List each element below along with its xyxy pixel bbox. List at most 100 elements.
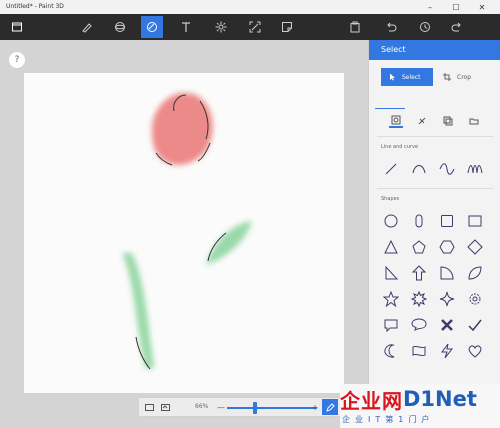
lightning-shape[interactable] [433, 338, 461, 364]
watermark-subtitle: 企业IT第1门户 [342, 415, 435, 424]
arc-shape[interactable] [433, 260, 461, 286]
burst-shape[interactable] [405, 286, 433, 312]
check-icon [468, 319, 482, 332]
flower-stem [122, 253, 154, 370]
menu-icon [12, 22, 22, 32]
hexagon-icon [439, 240, 455, 254]
tab-indicator [375, 108, 405, 109]
moon-icon [384, 344, 395, 358]
drawing-canvas[interactable] [24, 73, 344, 393]
triangle-icon [384, 239, 398, 254]
pentagon-icon [412, 240, 426, 254]
speech-rect-icon [384, 319, 398, 333]
fit-view-icon [144, 404, 154, 411]
close-button[interactable]: ✕ [472, 0, 492, 14]
rectangle-icon [468, 215, 482, 227]
moon-shape[interactable] [377, 338, 405, 364]
select-label: Select [402, 73, 421, 81]
pill-shape[interactable] [405, 208, 433, 234]
stickers-button[interactable] [276, 16, 298, 38]
right-triangle-shape[interactable] [377, 260, 405, 286]
lightning-icon [441, 343, 454, 359]
help-button[interactable]: ? [9, 52, 25, 68]
curve-tool[interactable] [405, 156, 433, 182]
tab-2d-shapes[interactable] [389, 114, 403, 128]
s-curve-icon [439, 163, 455, 175]
2d-shape-icon [391, 115, 401, 125]
side-panel: Select Select Crop Line and curve Shapes [368, 40, 500, 428]
zoom-bar: 66% — + [138, 397, 342, 417]
pentagon-shape[interactable] [405, 234, 433, 260]
watermark-red-text: 企业网 [340, 388, 403, 413]
pen-icon [325, 402, 335, 412]
select-button[interactable]: Select [381, 68, 433, 86]
diamond-shape[interactable] [461, 234, 489, 260]
divider [377, 136, 493, 137]
stickers-icon [282, 22, 292, 32]
speech-oval-icon [411, 318, 427, 331]
hexagon-shape[interactable] [433, 234, 461, 260]
leaf-icon [468, 266, 482, 280]
four-point-star-shape[interactable] [433, 286, 461, 312]
paste-button[interactable] [344, 16, 366, 38]
burst-icon [411, 291, 427, 307]
pen-toggle-button[interactable] [322, 399, 338, 415]
check-shape[interactable] [461, 312, 489, 338]
speech-rect-shape[interactable] [377, 312, 405, 338]
zoom-slider-thumb[interactable] [252, 402, 257, 414]
2d-shapes-icon [147, 22, 157, 32]
panel-title: Select [369, 40, 500, 60]
banner-shape[interactable] [405, 338, 433, 364]
effects-icon [215, 21, 227, 33]
leaf-shape[interactable] [461, 260, 489, 286]
section-label-lines: Line and curve [381, 144, 419, 150]
circle-shape[interactable] [377, 208, 405, 234]
minimize-button[interactable]: – [420, 0, 440, 14]
watermark: 企业网 D1Net 企业IT第1门户 [340, 384, 500, 428]
undo-icon [387, 22, 397, 32]
2d-shapes-button[interactable] [141, 16, 163, 38]
fit-view-button[interactable] [143, 402, 155, 413]
triangle-shape[interactable] [377, 234, 405, 260]
undo-button[interactable] [380, 16, 402, 38]
title-bar: Untitled* - Paint 3D – ☐ ✕ [0, 0, 500, 14]
arrow-up-shape[interactable] [405, 260, 433, 286]
wave-tool[interactable] [461, 156, 489, 182]
line-tool[interactable] [377, 156, 405, 182]
cursor-icon [390, 73, 395, 81]
zoom-slider-track[interactable] [227, 407, 317, 409]
square-shape[interactable] [433, 208, 461, 234]
menu-button[interactable] [6, 16, 28, 38]
3d-shapes-button[interactable] [109, 16, 131, 38]
star-shape[interactable] [377, 286, 405, 312]
s-curve-tool[interactable] [433, 156, 461, 182]
zoom-out-button[interactable]: — [215, 402, 227, 413]
wave-icon [467, 165, 483, 174]
flower-petal [151, 92, 213, 165]
redo-button[interactable] [446, 16, 468, 38]
zoom-in-button[interactable]: + [309, 402, 321, 413]
gear-shape[interactable] [461, 286, 489, 312]
tab-stickers[interactable] [415, 114, 429, 128]
crop-button[interactable]: Crop [439, 68, 491, 86]
canvas-button[interactable] [244, 16, 266, 38]
history-icon [420, 22, 430, 32]
pill-icon [415, 214, 423, 228]
brushes-button[interactable] [76, 16, 98, 38]
speech-oval-shape[interactable] [405, 312, 433, 338]
cross-shape[interactable] [433, 312, 461, 338]
sticker-icon [418, 117, 426, 125]
maximize-button[interactable]: ☐ [446, 0, 466, 14]
canvas-icon [249, 21, 261, 33]
effects-button[interactable] [210, 16, 232, 38]
heart-shape[interactable] [461, 338, 489, 364]
zoom-percent: 66% [195, 403, 209, 410]
tab-folder[interactable] [467, 114, 481, 128]
section-label-shapes: Shapes [381, 196, 400, 202]
tab-copy[interactable] [441, 114, 455, 128]
rectangle-shape[interactable] [461, 208, 489, 234]
history-button[interactable] [414, 16, 436, 38]
view-3d-button[interactable] [159, 402, 171, 413]
watermark-blue-text: D1Net [403, 387, 477, 411]
text-button[interactable] [175, 16, 197, 38]
